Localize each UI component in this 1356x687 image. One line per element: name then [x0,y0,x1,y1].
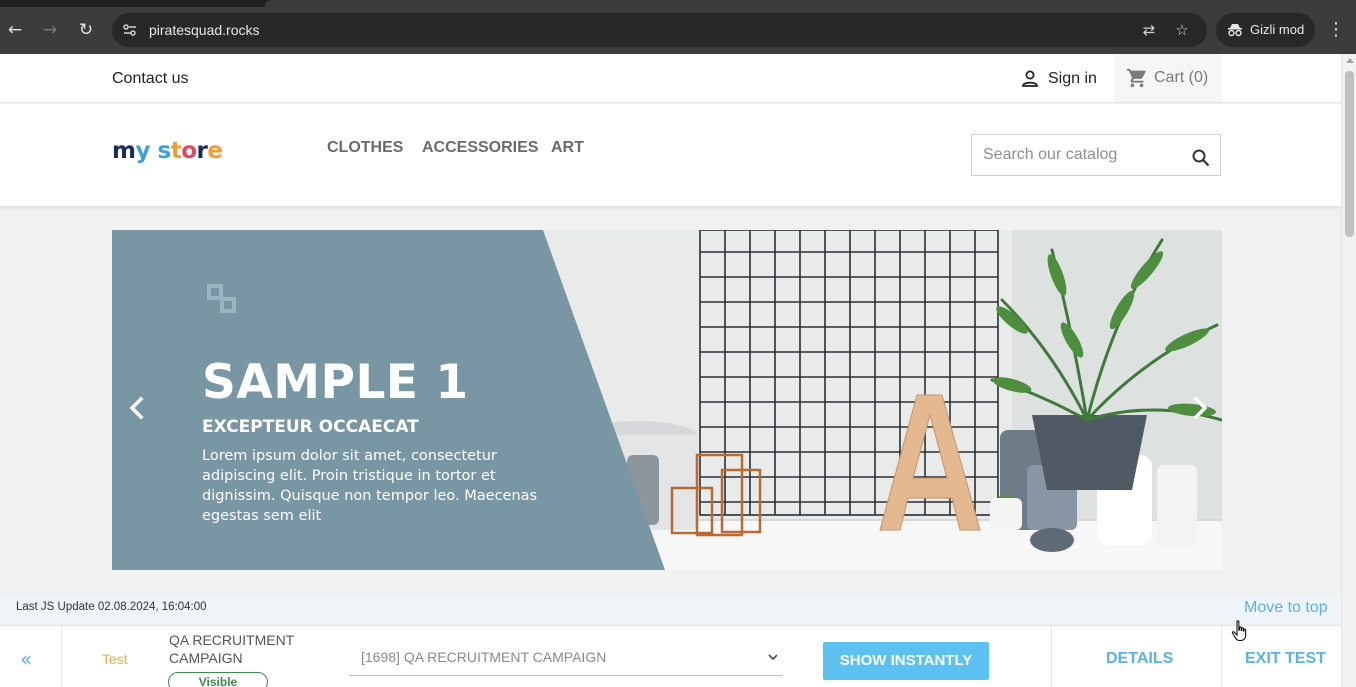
cart-button[interactable]: Cart (0) [1114,54,1221,102]
page-content: Contact us Sign in Cart (0) my store CLO… [0,54,1341,687]
logo-letter: s [157,138,171,164]
hand-cursor-icon [1231,620,1247,641]
browser-menu-icon[interactable]: ⋮ [1326,18,1346,42]
site-settings-icon[interactable] [122,22,138,38]
logo-letter: t [170,138,182,164]
carousel-prev-icon[interactable] [125,396,149,420]
move-to-top-link[interactable]: Move to top [1244,599,1328,617]
test-mode-label: Test [102,651,128,667]
tab-strip [0,0,1356,7]
show-instantly-button[interactable]: SHOW INSTANTLY [823,642,989,680]
forward-icon[interactable]: → [38,18,62,42]
menu-item-clothes[interactable]: CLOTHES [327,136,403,160]
last-js-update: Last JS Update 02.08.2024, 16:04:00 [16,601,207,613]
debug-info-strip: Last JS Update 02.08.2024, 16:04:00 Move… [0,594,1341,624]
scrollbar-thumb[interactable] [1345,71,1354,237]
logo-letter [150,136,158,166]
carousel-next-icon[interactable] [1188,396,1212,420]
divider [61,626,62,687]
url-text[interactable]: piratesquad.rocks [149,13,260,47]
scroll-up-icon[interactable] [1346,58,1354,63]
logo-letter: e [207,138,223,164]
cart-label: Cart (0) [1154,69,1209,86]
search-input[interactable] [972,135,1182,175]
logo-letter: o [181,138,197,164]
logo-letter: m [112,138,136,164]
page-scrollbar[interactable] [1341,54,1356,687]
shopping-cart-icon [1126,68,1146,88]
bookmark-star-icon[interactable]: ☆ [1173,21,1191,39]
logo-letter: r [196,138,208,164]
top-nav-bar: Contact us Sign in Cart (0) [0,54,1341,103]
slide-description: Lorem ipsum dolor sit amet, consectetur … [202,448,538,524]
incognito-label: Gizli mod [1250,22,1305,37]
menu-item-art[interactable]: ART [551,136,584,160]
search-icon[interactable] [1191,148,1211,168]
sign-in-label: Sign in [1048,70,1097,87]
back-icon[interactable]: ← [3,18,27,42]
translate-icon[interactable]: ⇄ [1140,21,1158,39]
collapse-panel-icon[interactable]: « [20,648,32,670]
divider [1221,626,1222,687]
slide-subtitle: EXCEPTEUR OCCAECAT [202,417,419,437]
user-icon [1022,70,1038,87]
chevron-down-icon [768,654,778,661]
details-button[interactable]: DETAILS [1106,650,1173,668]
campaign-select-value: [1698] QA RECRUITMENT CAMPAIGN [361,649,607,665]
reload-icon[interactable]: ↻ [74,18,98,42]
divider [1051,626,1052,687]
slide-title: SAMPLE 1 [202,355,469,410]
home-carousel: SAMPLE 1 EXCEPTEUR OCCAECAT Lorem ipsum … [112,230,1222,570]
contact-us-link[interactable]: Contact us [112,54,188,103]
exit-test-button[interactable]: EXIT TEST [1245,650,1326,668]
address-bar[interactable]: piratesquad.rocks ⇄ ☆ [112,13,1207,47]
incognito-badge[interactable]: Gizli mod [1216,13,1315,47]
store-logo[interactable]: my store [112,136,223,166]
visibility-badge: Visible [168,672,268,687]
menu-item-accessories[interactable]: ACCESSORIES [422,136,538,160]
site-header: my store CLOTHES ACCESSORIES ART [0,104,1341,206]
campaign-select[interactable]: [1698] QA RECRUITMENT CAMPAIGN [349,640,783,676]
browser-toolbar: ← → ↻ piratesquad.rocks ⇄ ☆ Gizli mod ⋮ [0,0,1356,54]
ab-test-toolbar: « Test QA RECRUITMENT CAMPAIGN Visible [… [0,625,1341,687]
incognito-icon [1228,24,1242,37]
campaign-name: QA RECRUITMENT CAMPAIGN [169,632,294,666]
logo-letter: y [135,138,150,164]
catalog-search [971,134,1221,176]
active-tab[interactable] [265,0,1356,7]
